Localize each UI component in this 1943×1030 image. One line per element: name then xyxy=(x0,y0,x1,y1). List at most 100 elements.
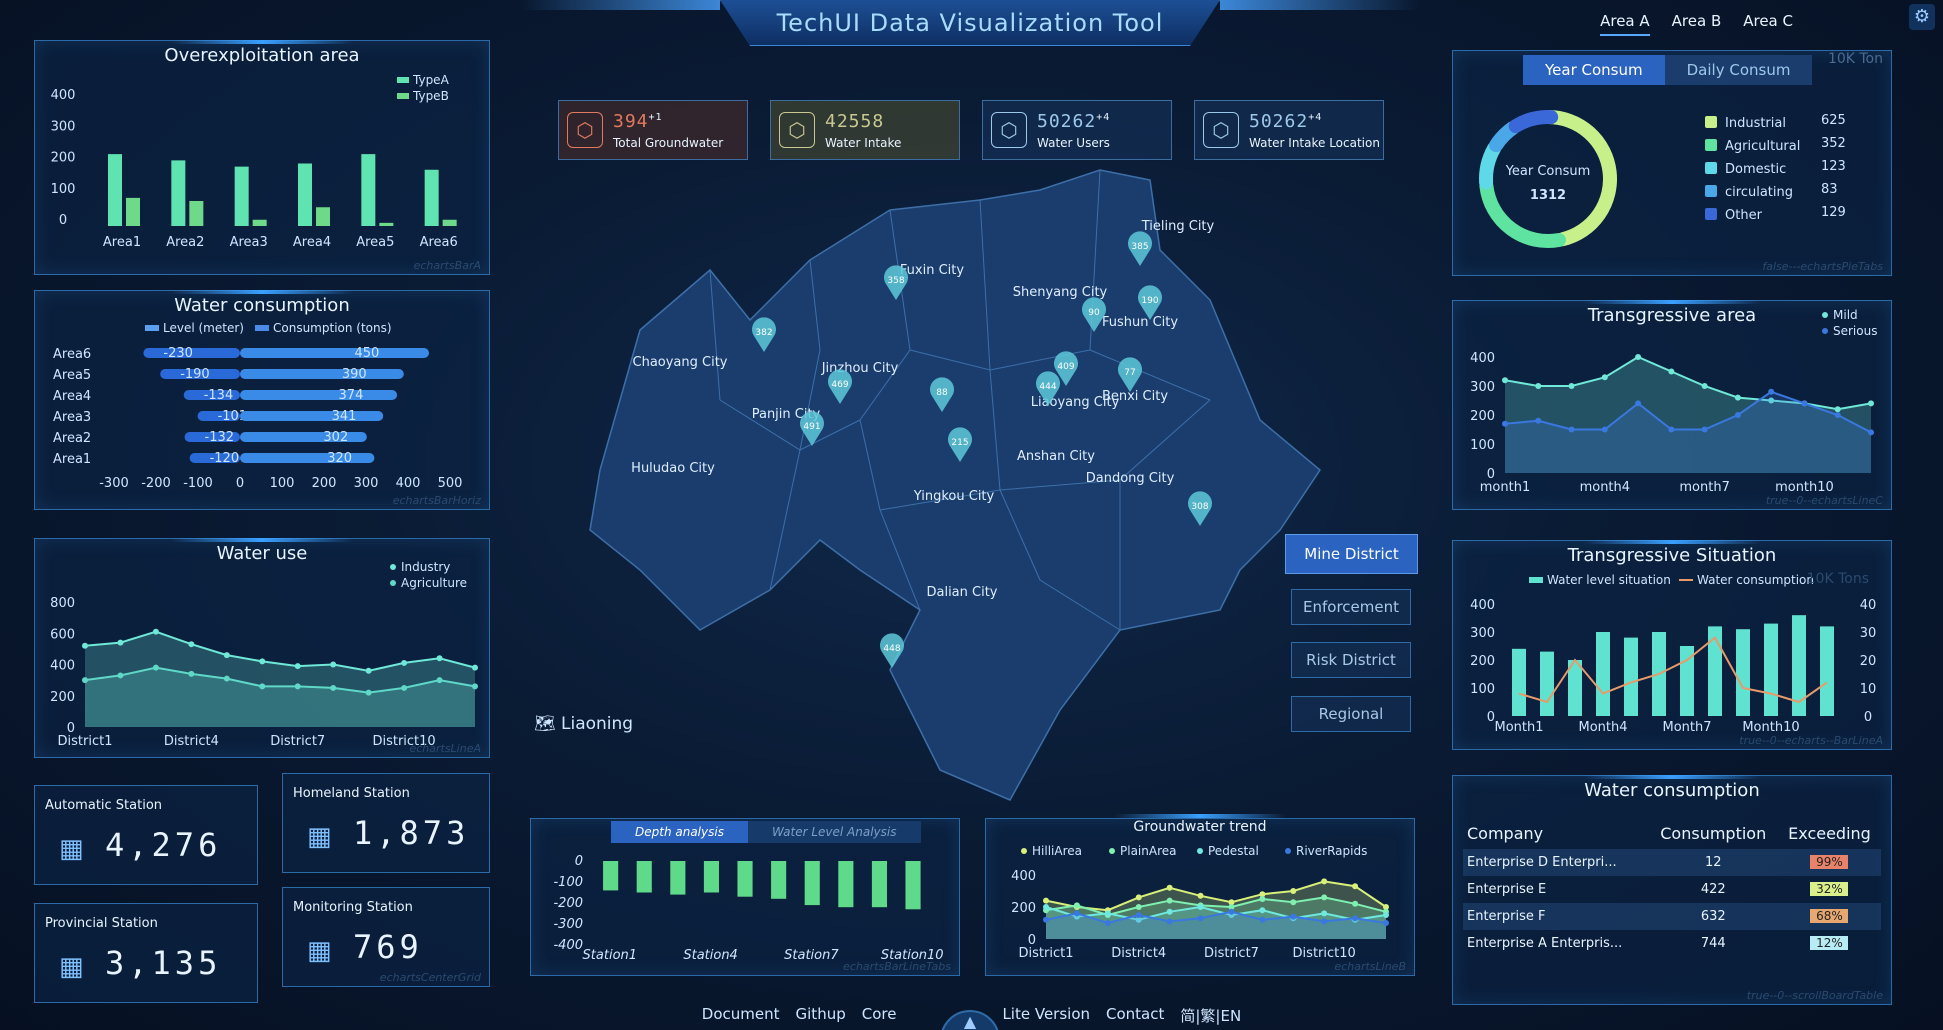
tab-area-c[interactable]: Area C xyxy=(1743,12,1793,36)
pin-value: 190 xyxy=(1141,296,1158,306)
depth-tabs: Depth analysis Water Level Analysis xyxy=(611,821,921,843)
bar xyxy=(1820,626,1834,716)
footer-link[interactable]: 简|繁|EN xyxy=(1180,1005,1241,1026)
footer-link[interactable]: Core xyxy=(862,1005,897,1026)
data-point xyxy=(294,683,301,690)
bar xyxy=(442,219,457,226)
x-tick-label: District7 xyxy=(270,734,325,749)
location-cube-icon: ⬡ xyxy=(1203,112,1239,148)
data-point xyxy=(1197,915,1204,922)
data-point xyxy=(1383,912,1389,918)
kpi-delta: +4 xyxy=(1308,111,1323,123)
watermark: echartsLineA xyxy=(409,742,481,755)
y-tick-label: Area4 xyxy=(53,389,91,404)
cell-exceeding: 32% xyxy=(1778,876,1881,903)
data-point xyxy=(1259,896,1266,902)
table-row[interactable]: Enterprise F 632 68% xyxy=(1463,903,1881,930)
footer-link[interactable]: Document xyxy=(702,1005,780,1026)
x-tick-label: Station1 xyxy=(583,948,638,963)
region-label: 🗺 Liaoning xyxy=(534,714,633,734)
consum-tabs: Year Consum Daily Consum xyxy=(1523,55,1813,85)
cell-company: Enterprise E xyxy=(1467,882,1547,897)
data-point xyxy=(1635,400,1642,407)
x-tick-label: Month4 xyxy=(1578,720,1627,735)
legend-label: TypeA xyxy=(412,73,450,87)
tab-daily-consum[interactable]: Daily Consum xyxy=(1664,55,1813,85)
legend-label: Agricultural xyxy=(1725,139,1800,154)
legend-swatch xyxy=(1705,162,1717,174)
data-point xyxy=(1135,904,1142,910)
data-point xyxy=(259,683,266,690)
kpi-label: Water Intake Location xyxy=(1249,135,1380,150)
tab-area-b[interactable]: Area B xyxy=(1672,12,1722,36)
data-point xyxy=(401,684,408,691)
city-label: Huludao City xyxy=(631,461,715,476)
legend-label: Serious xyxy=(1833,324,1877,338)
x-tick-label: Area2 xyxy=(166,235,204,250)
table-row[interactable]: Enterprise A Enterpris... 744 12% xyxy=(1463,930,1881,957)
tab-water-level-analysis[interactable]: Water Level Analysis xyxy=(747,821,921,843)
footer-link[interactable]: Githup xyxy=(796,1005,846,1026)
watermark: echartsBarHoriz xyxy=(392,494,481,507)
table-row[interactable]: Enterprise D Enterpri... 12 99% xyxy=(1463,849,1881,876)
pin-value: 469 xyxy=(831,380,848,390)
legend-swatch xyxy=(255,325,269,331)
data-point xyxy=(1668,426,1675,433)
unit-label: 10K Tons xyxy=(1806,571,1869,587)
watermark: echartsBarA xyxy=(413,259,481,272)
data-label: -132 xyxy=(205,430,235,445)
data-point xyxy=(223,675,230,682)
gear-icon[interactable]: ⚙ xyxy=(1909,4,1935,30)
data-point xyxy=(1197,904,1204,910)
consumption-donut-panel: Year Consum Daily Consum 10K Ton Year Co… xyxy=(1452,50,1892,276)
table-row[interactable]: Enterprise E 422 32% xyxy=(1463,876,1881,903)
panel-title: Transgressive area xyxy=(1453,300,1891,326)
building-icon: ▦ xyxy=(59,834,84,864)
liaoning-map[interactable]: Tieling CityFuxin CityShenyang CityFushu… xyxy=(560,150,1360,830)
tab-year-consum[interactable]: Year Consum xyxy=(1523,55,1665,85)
footer-link[interactable]: Lite Version xyxy=(1002,1005,1090,1026)
kpi-number: 42558 xyxy=(825,110,885,132)
data-point xyxy=(117,639,124,646)
enforcement-button[interactable]: Enforcement xyxy=(1291,589,1411,625)
tab-depth-analysis[interactable]: Depth analysis xyxy=(611,821,748,843)
data-point xyxy=(1228,908,1235,915)
bar xyxy=(1624,637,1638,716)
cell-consumption: 632 xyxy=(1700,909,1726,924)
y-tick-label: 200 xyxy=(51,151,76,166)
regional-button[interactable]: Regional xyxy=(1291,696,1411,732)
data-point xyxy=(1321,918,1328,925)
station-card-homeland: Homeland Station ▦ 1,873 xyxy=(282,773,490,873)
data-label: 302 xyxy=(323,430,348,445)
tab-area-a[interactable]: Area A xyxy=(1600,12,1650,36)
kpi-delta: +1 xyxy=(648,111,663,123)
station-name: Provincial Station xyxy=(45,916,158,931)
data-point xyxy=(1734,412,1741,418)
water-consumption-h-panel: Water consumption Level (meter) Consumpti… xyxy=(34,290,490,510)
data-point xyxy=(1259,907,1266,914)
y-tick-label: 400 xyxy=(51,88,76,103)
footer-link[interactable]: Contact xyxy=(1106,1005,1164,1026)
data-point xyxy=(1043,916,1049,923)
kpi-value: 394+1 xyxy=(613,111,723,132)
mine-district-button[interactable]: Mine District xyxy=(1285,534,1418,574)
x-tick-label: -300 xyxy=(99,476,129,491)
legend-dot xyxy=(390,564,396,570)
y-tick-label: Area1 xyxy=(53,452,91,467)
risk-district-button[interactable]: Risk District xyxy=(1291,642,1411,678)
y-tick-label: 0 xyxy=(575,854,583,869)
kpi-label: Total Groundwater xyxy=(613,135,724,150)
station-value: 4,276 xyxy=(105,826,222,864)
data-label: 341 xyxy=(332,409,357,424)
legend-swatch xyxy=(397,93,409,99)
x-tick-label: 200 xyxy=(312,476,337,491)
data-point xyxy=(1290,888,1297,894)
y-tick-label: 400 xyxy=(1470,351,1495,366)
exceeding-badge: 99% xyxy=(1810,855,1849,869)
watermark: true--0--echarts--BarLineA xyxy=(1739,734,1883,747)
area-tabs: Area A Area B Area C xyxy=(1600,12,1793,36)
bar xyxy=(838,861,854,908)
header-wing-right xyxy=(1220,0,1420,10)
bar xyxy=(703,861,719,893)
kpi-number: 50262 xyxy=(1249,110,1309,132)
